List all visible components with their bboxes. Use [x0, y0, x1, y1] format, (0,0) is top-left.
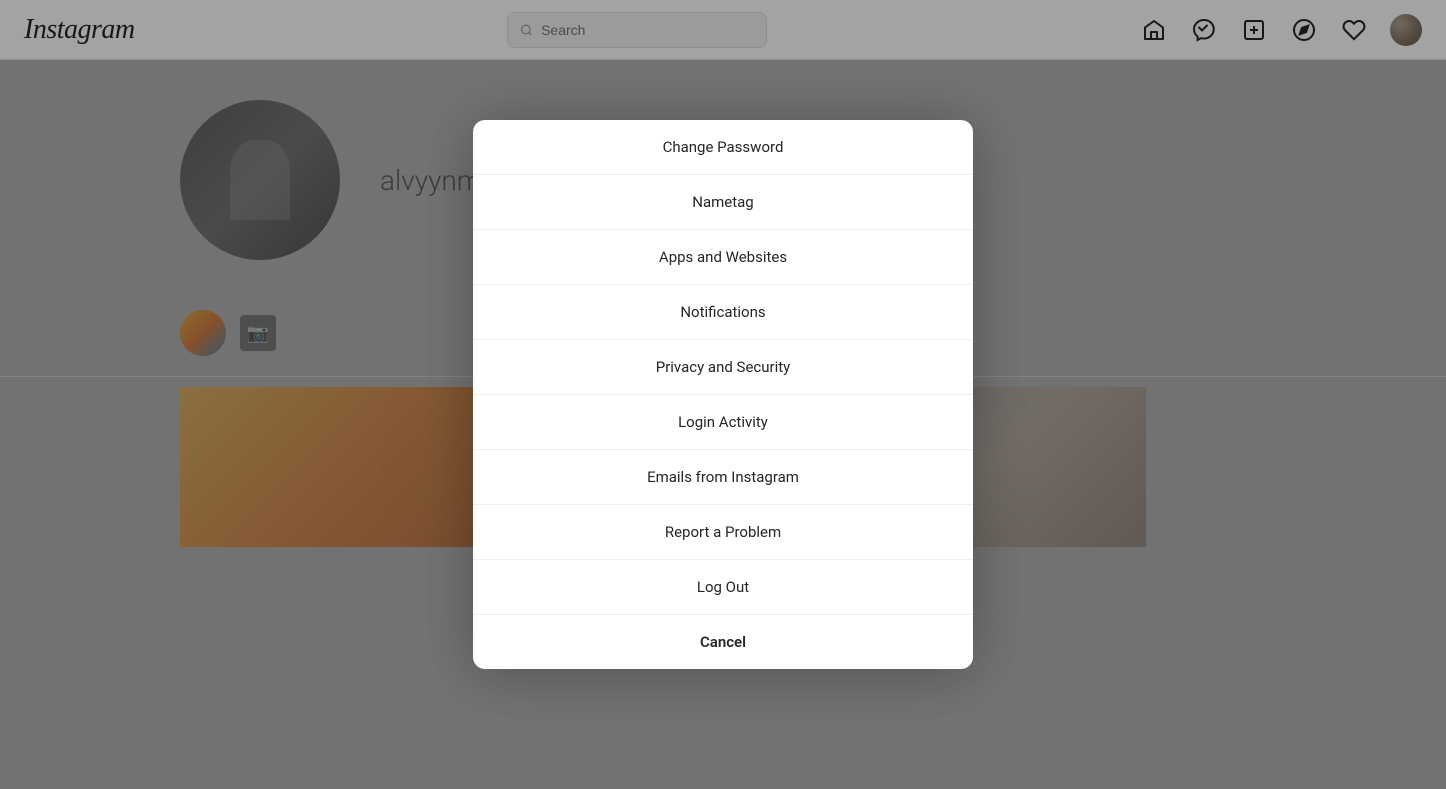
modal-item-change-password[interactable]: Change Password: [473, 120, 973, 175]
modal-item-label-change-password: Change Password: [663, 138, 784, 156]
modal-item-login-activity[interactable]: Login Activity: [473, 395, 973, 450]
modal-item-label-apps-and-websites: Apps and Websites: [659, 248, 787, 266]
modal-item-label-nametag: Nametag: [692, 193, 753, 211]
modal-item-cancel[interactable]: Cancel: [473, 615, 973, 669]
modal-item-apps-and-websites[interactable]: Apps and Websites: [473, 230, 973, 285]
modal-item-log-out[interactable]: Log Out: [473, 560, 973, 615]
modal-item-label-login-activity: Login Activity: [678, 413, 768, 431]
modal-item-report-a-problem[interactable]: Report a Problem: [473, 505, 973, 560]
modal-item-privacy-and-security[interactable]: Privacy and Security: [473, 340, 973, 395]
modal-item-emails-from-instagram[interactable]: Emails from Instagram: [473, 450, 973, 505]
modal-item-label-log-out: Log Out: [697, 578, 749, 596]
modal-item-label-cancel: Cancel: [700, 633, 746, 651]
settings-modal: Change Password Nametag Apps and Websites N…: [473, 120, 973, 669]
modal-item-label-notifications: Notifications: [680, 303, 765, 321]
modal-item-label-emails-from-instagram: Emails from Instagram: [647, 468, 799, 486]
modal-overlay[interactable]: Change Password Nametag Apps and Websites N…: [0, 0, 1446, 789]
modal-item-label-privacy-and-security: Privacy and Security: [656, 358, 791, 376]
modal-item-nametag[interactable]: Nametag: [473, 175, 973, 230]
modal-item-notifications[interactable]: Notifications: [473, 285, 973, 340]
modal-item-label-report-a-problem: Report a Problem: [665, 523, 781, 541]
